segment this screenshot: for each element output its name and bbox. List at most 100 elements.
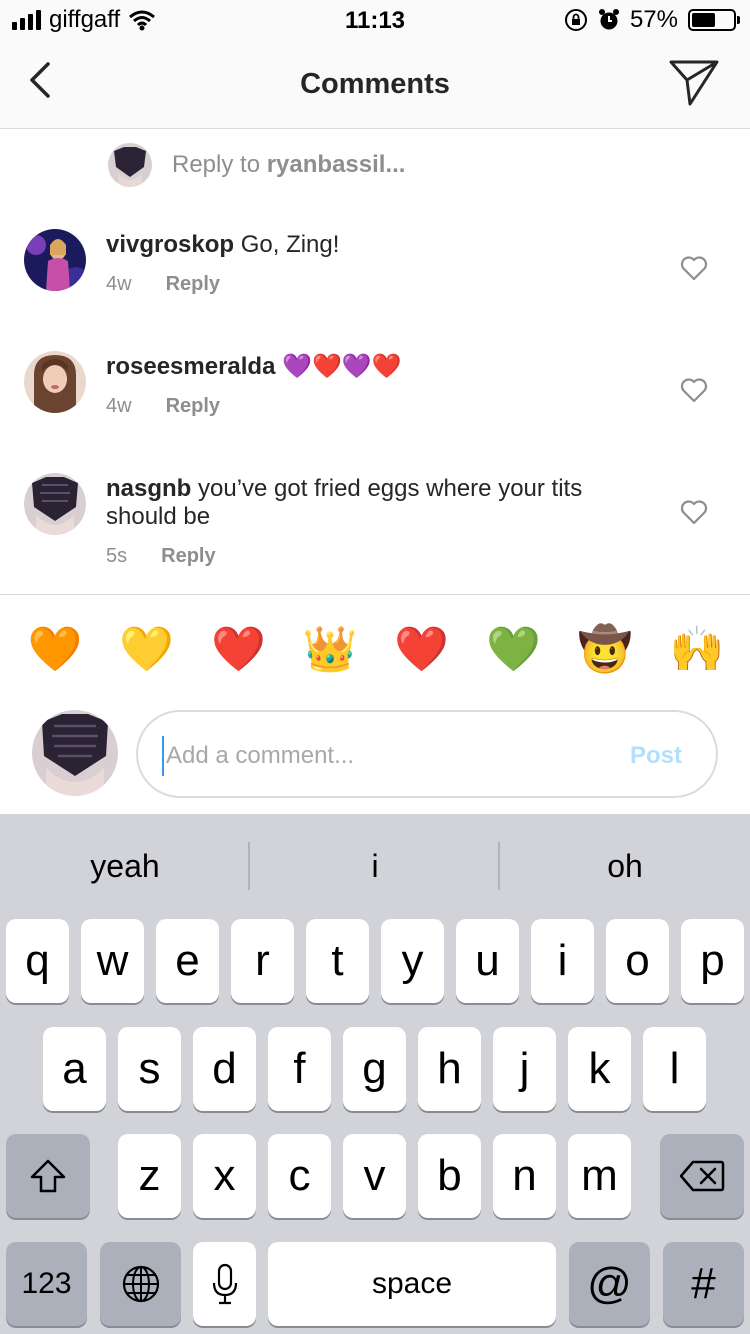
like-heart-icon[interactable] (680, 377, 708, 403)
comment-text: Go, Zing! (234, 231, 340, 258)
comment-age: 4w (106, 395, 132, 417)
like-heart-icon[interactable] (680, 499, 708, 525)
key-o[interactable]: o (606, 919, 669, 1003)
avatar[interactable] (24, 229, 86, 291)
reply-target-text: Reply to ryanbassil... (172, 151, 405, 179)
emoji-red-heart-button[interactable]: ❤️ (393, 624, 451, 676)
like-heart-icon[interactable] (680, 255, 708, 281)
avatar-image (24, 473, 86, 535)
status-right: 57% (564, 6, 740, 34)
avatar-image (108, 143, 152, 187)
dictation-key[interactable] (193, 1242, 256, 1326)
comment-username[interactable]: roseesmeralda (106, 353, 275, 380)
emoji-green-heart-button[interactable]: 💚 (485, 624, 543, 676)
key-j[interactable]: j (493, 1027, 556, 1111)
key-u[interactable]: u (456, 919, 519, 1003)
direct-send-icon[interactable] (668, 58, 720, 108)
comment-username[interactable]: nasgnb (106, 475, 191, 502)
backspace-icon (679, 1160, 725, 1192)
avatar (108, 143, 152, 187)
reply-target-row[interactable]: Reply to ryanbassil... (108, 143, 405, 187)
comment-item: roseesmeralda 💜❤️💜❤️ 4w Reply (24, 351, 726, 441)
emoji-cowboy-button[interactable]: 🤠 (576, 624, 634, 676)
key-m[interactable]: m (568, 1134, 631, 1218)
key-z[interactable]: z (118, 1134, 181, 1218)
key-p[interactable]: p (681, 919, 744, 1003)
prediction-item[interactable]: i (250, 814, 500, 918)
comment-age: 5s (106, 545, 128, 567)
avatar-image (24, 351, 86, 413)
numbers-key[interactable]: 123 (6, 1242, 87, 1326)
prediction-label: i (371, 847, 379, 884)
key-d[interactable]: d (193, 1027, 256, 1111)
key-f[interactable]: f (268, 1027, 331, 1111)
key-t[interactable]: t (306, 919, 369, 1003)
key-w[interactable]: w (81, 919, 144, 1003)
quick-emoji-row: 🧡 💛 ❤️ 👑 ❤️ 💚 🤠 🙌 (26, 624, 726, 676)
globe-key[interactable] (100, 1242, 181, 1326)
shift-key[interactable] (6, 1134, 90, 1218)
prediction-item[interactable]: oh (500, 814, 750, 918)
predictive-bar: yeah i oh (0, 814, 750, 918)
reply-prefix: Reply to (172, 151, 267, 178)
divider (0, 594, 750, 595)
key-i[interactable]: i (531, 919, 594, 1003)
comment-meta: 5s Reply (106, 545, 216, 568)
key-s[interactable]: s (118, 1027, 181, 1111)
avatar-image (24, 229, 86, 291)
key-b[interactable]: b (418, 1134, 481, 1218)
backspace-key[interactable] (660, 1134, 744, 1218)
shift-arrow-icon (30, 1159, 66, 1193)
at-key[interactable]: @ (569, 1242, 650, 1326)
emoji-crown-button[interactable]: 👑 (301, 624, 359, 676)
comment-username[interactable]: vivgroskop (106, 231, 234, 258)
avatar[interactable] (24, 351, 86, 413)
rotation-lock-icon (564, 9, 587, 31)
key-v[interactable]: v (343, 1134, 406, 1218)
emoji-orange-heart-button[interactable]: 🧡 (26, 624, 84, 676)
comment-item: nasgnb you’ve got fried eggs where your … (24, 473, 726, 573)
key-c[interactable]: c (268, 1134, 331, 1218)
prediction-label: oh (607, 847, 643, 884)
reply-button[interactable]: Reply (161, 545, 215, 568)
space-key[interactable]: space (268, 1242, 556, 1326)
key-k[interactable]: k (568, 1027, 631, 1111)
composer-avatar (32, 710, 118, 796)
comment-age: 4w (106, 273, 132, 295)
comment-meta: 4w Reply (106, 395, 220, 418)
globe-icon (122, 1265, 159, 1303)
comment-composer: Post (136, 710, 718, 798)
comment-item: vivgroskop Go, Zing! 4w Reply (24, 229, 726, 319)
key-a[interactable]: a (43, 1027, 106, 1111)
emoji-yellow-heart-button[interactable]: 💛 (118, 624, 176, 676)
key-n[interactable]: n (493, 1134, 556, 1218)
hash-key[interactable]: # (663, 1242, 744, 1326)
prediction-item[interactable]: yeah (0, 814, 250, 918)
key-y[interactable]: y (381, 919, 444, 1003)
battery-fill (692, 13, 715, 27)
reply-username: ryanbassil... (266, 151, 406, 178)
post-button[interactable]: Post (630, 742, 682, 770)
comment-input[interactable] (162, 736, 582, 776)
comment-body: nasgnb you’ve got fried eggs where your … (106, 475, 636, 531)
key-g[interactable]: g (343, 1027, 406, 1111)
key-r[interactable]: r (231, 919, 294, 1003)
reply-button[interactable]: Reply (166, 273, 220, 296)
key-x[interactable]: x (193, 1134, 256, 1218)
avatar-image (32, 710, 118, 796)
key-l[interactable]: l (643, 1027, 706, 1111)
battery-icon (688, 9, 740, 31)
emoji-raised-hands-button[interactable]: 🙌 (668, 624, 726, 676)
reply-button[interactable]: Reply (166, 395, 220, 418)
comment-body: vivgroskop Go, Zing! (106, 231, 636, 259)
key-q[interactable]: q (6, 919, 69, 1003)
prediction-label: yeah (90, 847, 160, 884)
keyboard: yeah i oh q w e r t y u i o p a s d f g … (0, 814, 750, 1334)
page-title: Comments (300, 68, 450, 100)
status-bar: giffgaff 11:13 57% (0, 0, 750, 40)
comment-meta: 4w Reply (106, 273, 220, 296)
key-e[interactable]: e (156, 919, 219, 1003)
emoji-red-heart-button[interactable]: ❤️ (209, 624, 267, 676)
avatar[interactable] (24, 473, 86, 535)
key-h[interactable]: h (418, 1027, 481, 1111)
